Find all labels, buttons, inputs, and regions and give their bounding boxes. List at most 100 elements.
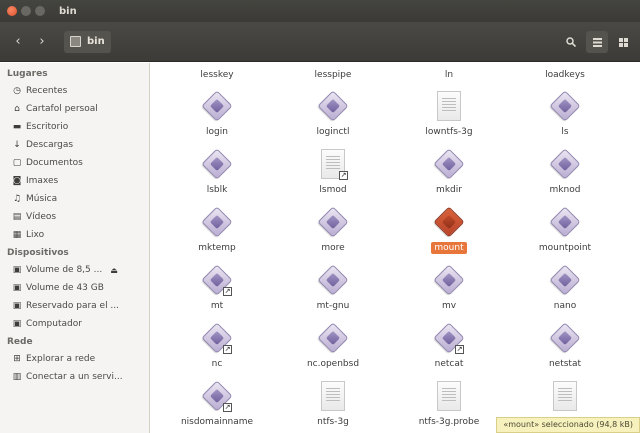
- sidebar-item-label: Reservado para el ...: [26, 301, 120, 311]
- file-item[interactable]: lesskey: [159, 63, 275, 87]
- title-bar: bin: [0, 0, 640, 22]
- window-title: bin: [59, 5, 77, 17]
- file-item[interactable]: ntfs-3g: [275, 377, 391, 433]
- sidebar-item-computer[interactable]: ▣ Computador: [0, 315, 149, 333]
- file-item[interactable]: ↗ netcat: [391, 319, 507, 377]
- file-label: loadkeys: [545, 70, 585, 80]
- file-view[interactable]: lesskey lesspipe ln loadkeys login loginctl lo…: [151, 63, 640, 433]
- forward-button[interactable]: ›: [32, 32, 52, 52]
- file-item[interactable]: ↗ lsmod: [275, 145, 391, 203]
- sidebar-item-label: Recentes: [26, 86, 68, 96]
- text-file-icon: [548, 379, 582, 413]
- eject-icon[interactable]: ⏏: [110, 266, 118, 275]
- file-item[interactable]: mv: [391, 261, 507, 319]
- sidebar-item-label: Cartafol persoal: [26, 104, 98, 114]
- clock-icon: ◷: [13, 86, 21, 96]
- file-label: mount: [431, 242, 467, 254]
- file-label: lsblk: [206, 185, 228, 195]
- executable-icon: [432, 147, 466, 181]
- file-item[interactable]: ↗ mt: [159, 261, 275, 319]
- file-label: mktemp: [198, 243, 236, 253]
- file-item[interactable]: nano: [507, 261, 623, 319]
- file-label: mt-gnu: [316, 301, 350, 311]
- status-bar: «mount» seleccionado (94,8 kB): [496, 417, 640, 433]
- file-item[interactable]: lesspipe: [275, 63, 391, 87]
- file-label: mountpoint: [538, 243, 592, 253]
- file-label: ntfs-3g.probe: [418, 417, 480, 427]
- sidebar-item-label: Imaxes: [26, 176, 59, 186]
- back-button[interactable]: ‹: [8, 32, 28, 52]
- path-bar-button[interactable]: bin: [64, 30, 111, 53]
- sidebar-item-trash[interactable]: ▦ Lixo: [0, 226, 149, 244]
- file-label: lesskey: [200, 70, 234, 80]
- executable-icon: ↗: [200, 321, 234, 355]
- symlink-arrow-icon: ↗: [455, 345, 464, 354]
- text-file-icon: [432, 89, 466, 123]
- search-button[interactable]: [560, 31, 582, 53]
- sidebar-item-downloads[interactable]: ↓ Descargas: [0, 136, 149, 154]
- minimize-window-button[interactable]: [21, 6, 31, 16]
- network-header: Rede: [7, 337, 33, 347]
- file-label: nano: [553, 301, 577, 311]
- file-label: ln: [444, 70, 454, 80]
- symlink-arrow-icon: ↗: [223, 287, 232, 296]
- sidebar-item-home[interactable]: ⌂ Cartafol persoal: [0, 100, 149, 118]
- file-item[interactable]: ls: [507, 87, 623, 145]
- sidebar-item-label: Conectar a un servi...: [26, 372, 123, 382]
- grid-view-button[interactable]: [612, 31, 634, 53]
- sidebar-item-desktop[interactable]: ▬ Escritorio: [0, 118, 149, 136]
- file-item[interactable]: mknod: [507, 145, 623, 203]
- file-item[interactable]: netstat: [507, 319, 623, 377]
- executable-icon: [200, 89, 234, 123]
- sidebar-item-videos[interactable]: ▤ Vídeos: [0, 208, 149, 226]
- drive-icon: ▣: [12, 301, 22, 311]
- file-label: more: [321, 243, 345, 253]
- sidebar-item-recentes[interactable]: ◷ Recentes: [0, 82, 149, 100]
- file-label: ntfs-3g: [317, 417, 349, 427]
- file-item[interactable]: ln: [391, 63, 507, 87]
- sidebar-item-label: Volume de 8,5 ...: [26, 265, 103, 275]
- text-file-icon: [432, 379, 466, 413]
- executable-icon: [316, 263, 350, 297]
- sidebar-item-browse-network[interactable]: ⊞ Explorar a rede: [0, 350, 149, 368]
- file-item[interactable]: ↗ nisdomainname: [159, 377, 275, 433]
- file-item[interactable]: lsblk: [159, 145, 275, 203]
- file-label: nc.openbsd: [306, 359, 360, 369]
- sidebar-item-pictures[interactable]: ◙ Imaxes: [0, 172, 149, 190]
- file-item[interactable]: loginctl: [275, 87, 391, 145]
- file-label: mkdir: [436, 185, 462, 195]
- sidebar-item-music[interactable]: ♫ Música: [0, 190, 149, 208]
- executable-icon: ↗: [200, 379, 234, 413]
- drive-icon: ▣: [12, 283, 22, 293]
- sidebar-item-reserved[interactable]: ▣ Reservado para el ...: [0, 297, 149, 315]
- file-item[interactable]: nc.openbsd: [275, 319, 391, 377]
- file-item[interactable]: ↗ nc: [159, 319, 275, 377]
- list-view-icon: [592, 37, 602, 47]
- maximize-window-button[interactable]: [35, 6, 45, 16]
- file-item[interactable]: mkdir: [391, 145, 507, 203]
- file-item[interactable]: lowntfs-3g: [391, 87, 507, 145]
- file-label: netcat: [434, 359, 464, 369]
- file-item[interactable]: more: [275, 203, 391, 261]
- sidebar-item-connect-server[interactable]: ▥ Conectar a un servi...: [0, 368, 149, 386]
- network-icon: ⊞: [13, 354, 21, 364]
- executable-icon: ↗: [432, 321, 466, 355]
- file-item[interactable]: mktemp: [159, 203, 275, 261]
- grid-view-icon: [618, 37, 628, 47]
- sidebar-item-label: Volume de 43 GB: [26, 283, 104, 293]
- download-icon: ↓: [13, 140, 21, 150]
- file-item[interactable]: mount: [391, 203, 507, 261]
- executable-icon: [200, 147, 234, 181]
- file-item[interactable]: loadkeys: [507, 63, 623, 87]
- places-header: Lugares: [7, 69, 48, 79]
- document-icon: ▢: [12, 158, 22, 168]
- sidebar-item-volume-8-5[interactable]: ▣ Volume de 8,5 ... ⏏: [0, 261, 149, 279]
- file-item[interactable]: mt-gnu: [275, 261, 391, 319]
- file-item[interactable]: login: [159, 87, 275, 145]
- file-item[interactable]: mountpoint: [507, 203, 623, 261]
- close-window-button[interactable]: [7, 6, 17, 16]
- sidebar-item-volume-43gb[interactable]: ▣ Volume de 43 GB: [0, 279, 149, 297]
- file-item[interactable]: ntfs-3g.probe: [391, 377, 507, 433]
- sidebar-item-documents[interactable]: ▢ Documentos: [0, 154, 149, 172]
- list-view-button[interactable]: [586, 31, 608, 53]
